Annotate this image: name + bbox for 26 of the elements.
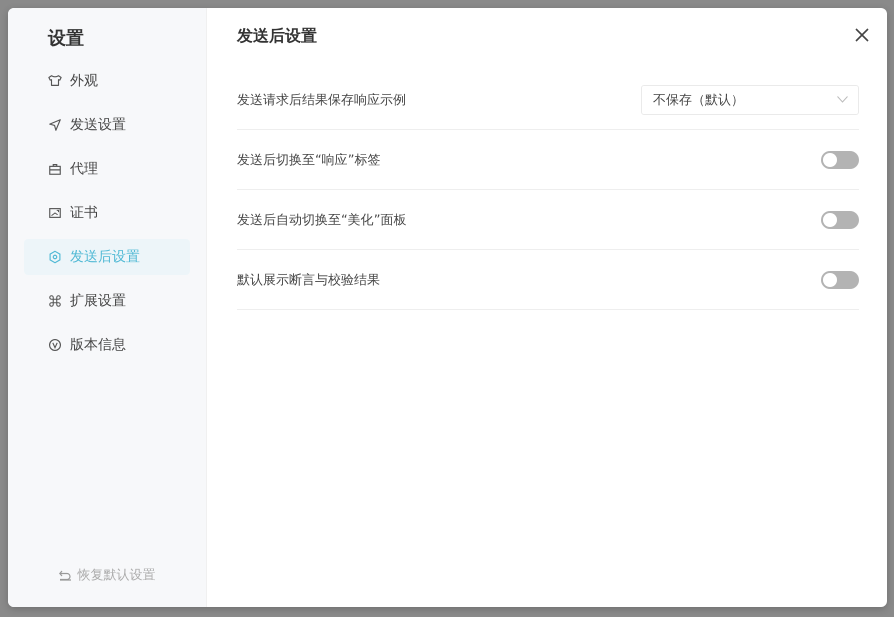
sidebar-item[interactable]: 外观 bbox=[24, 63, 190, 99]
shirt-icon bbox=[48, 74, 62, 88]
dropdown[interactable]: 不保存（默认） bbox=[641, 84, 859, 114]
hexagon-icon bbox=[48, 250, 62, 264]
setting-label: 发送后切换至“响应”标签 bbox=[237, 152, 380, 168]
briefcase-icon bbox=[48, 162, 62, 176]
toggle-switch[interactable] bbox=[821, 210, 859, 228]
setting-label: 默认展示断言与校验结果 bbox=[237, 272, 380, 288]
send-icon bbox=[48, 118, 62, 132]
sidebar-title: 设置 bbox=[46, 27, 85, 51]
sidebar-item[interactable]: 代理 bbox=[24, 151, 190, 187]
setting-label: 发送后自动切换至“美化”面板 bbox=[237, 212, 406, 228]
setting-label: 发送请求后结果保存响应示例 bbox=[237, 92, 406, 108]
sidebar-item[interactable]: 证书 bbox=[24, 195, 190, 231]
panel-title: 发送后设置 bbox=[237, 26, 318, 47]
command-icon bbox=[48, 294, 62, 308]
picture-icon bbox=[48, 206, 62, 220]
version-icon bbox=[48, 338, 62, 352]
undo-icon bbox=[58, 570, 72, 580]
sidebar-item[interactable]: 版本信息 bbox=[24, 327, 190, 363]
sidebar-item[interactable]: 扩展设置 bbox=[24, 283, 190, 319]
sidebar-item[interactable]: 发送设置 bbox=[24, 107, 190, 143]
close-icon[interactable] bbox=[855, 28, 869, 42]
toggle-switch[interactable] bbox=[821, 150, 859, 168]
chevron-down-icon bbox=[837, 96, 848, 103]
toggle-switch[interactable] bbox=[821, 270, 859, 288]
